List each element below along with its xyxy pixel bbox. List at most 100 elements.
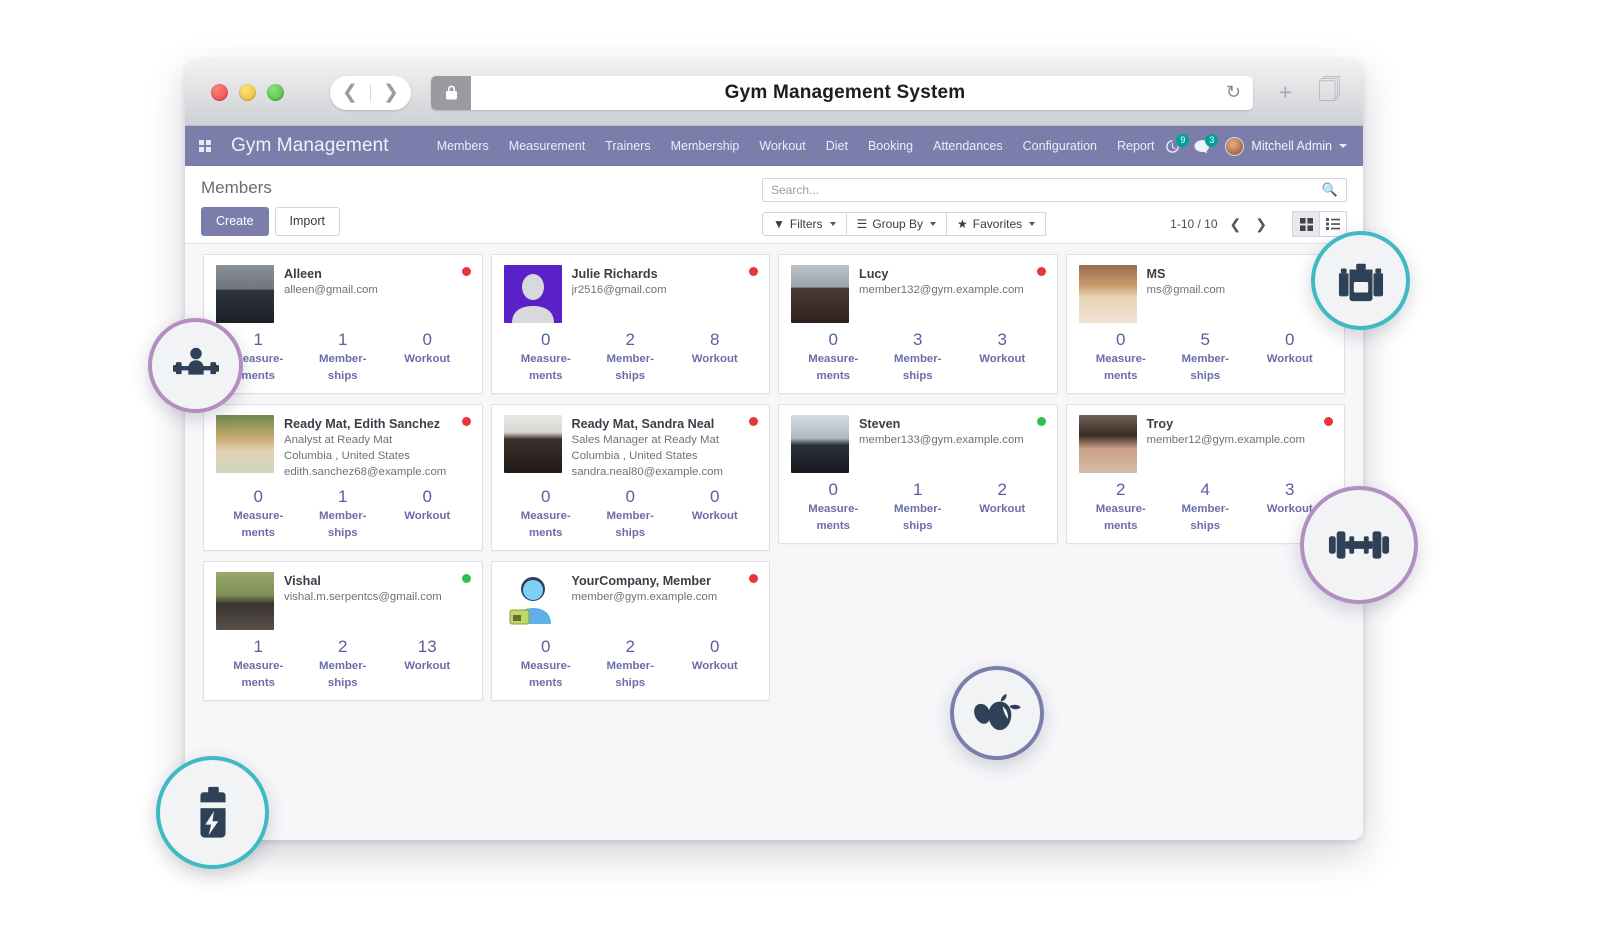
stat-measurements[interactable]: 0Measure-ments (504, 486, 589, 542)
member-card[interactable]: Ready Mat, Sandra NealSales Manager at R… (491, 404, 771, 551)
search-icon[interactable]: 🔍 (1322, 182, 1338, 198)
member-card[interactable]: MSms@gmail.com0Measure-ments5Member-ship… (1066, 254, 1346, 394)
browser-nav-buttons: ❮ ❯ (330, 76, 411, 110)
app-content: Members Create Import 🔍 ▼ Filter (185, 166, 1363, 840)
weightlifter-icon (148, 318, 243, 413)
pager-next-icon[interactable]: ❯ (1253, 216, 1269, 233)
window-controls[interactable] (211, 84, 284, 101)
menu-item-report[interactable]: Report (1107, 134, 1165, 158)
minimize-window-button[interactable] (239, 84, 256, 101)
user-menu[interactable]: Mitchell Admin (1225, 137, 1347, 156)
stat-memberships[interactable]: 2Member-ships (301, 636, 386, 692)
stat-memberships[interactable]: 5Member-ships (1163, 329, 1248, 385)
menu-item-booking[interactable]: Booking (858, 134, 923, 158)
stat-measurements[interactable]: 0Measure-ments (504, 636, 589, 692)
browser-chrome: ❮ ❯ Gym Management System ↻ + 🗍 (185, 60, 1363, 126)
stat-memberships[interactable]: 2Member-ships (588, 636, 673, 692)
avatar (1079, 265, 1137, 323)
member-card[interactable]: Ready Mat, Edith SanchezAnalyst at Ready… (203, 404, 483, 551)
address-bar[interactable]: Gym Management System ↻ (431, 76, 1253, 110)
stat-workout[interactable]: 13Workout (385, 636, 470, 692)
status-badge (749, 267, 758, 276)
member-card[interactable]: Stevenmember133@gym.example.com0Measure-… (778, 404, 1058, 544)
member-card[interactable]: Julie Richardsjr2516@gmail.com0Measure-m… (491, 254, 771, 394)
pager-previous-icon[interactable]: ❮ (1228, 216, 1244, 233)
activity-clock-icon[interactable]: 9 (1165, 139, 1180, 154)
member-card[interactable]: Lucymember132@gym.example.com0Measure-me… (778, 254, 1058, 394)
member-name: YourCompany, Member (572, 573, 758, 589)
menu-item-members[interactable]: Members (427, 134, 499, 158)
stat-workout[interactable]: 0Workout (673, 636, 758, 692)
avatar (791, 265, 849, 323)
member-detail-line: member133@gym.example.com (859, 432, 1045, 448)
stat-workout[interactable]: 0Workout (385, 486, 470, 542)
workout-count: 3 (960, 329, 1045, 351)
stat-measurements[interactable]: 1Measure-ments (216, 636, 301, 692)
avatar (504, 572, 562, 630)
member-detail-line: member@gym.example.com (572, 589, 758, 605)
menu-item-configuration[interactable]: Configuration (1013, 134, 1107, 158)
plus-icon[interactable]: + (1279, 79, 1292, 106)
search-input[interactable] (771, 183, 1322, 197)
filters-button[interactable]: ▼ Filters (762, 212, 847, 236)
search-box[interactable]: 🔍 (762, 178, 1347, 202)
back-icon[interactable]: ❮ (330, 76, 370, 110)
reload-icon[interactable]: ↻ (1226, 82, 1241, 103)
favorites-button[interactable]: ★ Favorites (946, 212, 1046, 236)
kanban-view-icon[interactable] (1292, 211, 1320, 237)
member-card[interactable]: Vishalvishal.m.serpentcs@gmail.com1Measu… (203, 561, 483, 701)
stat-measurements[interactable]: 0Measure-ments (216, 486, 301, 542)
stat-memberships[interactable]: 1Member-ships (876, 479, 961, 535)
menu-item-membership[interactable]: Membership (661, 134, 750, 158)
member-card[interactable]: Alleenalleen@gmail.com1Measure-ments1Mem… (203, 254, 483, 394)
stat-workout[interactable]: 0Workout (673, 486, 758, 542)
stat-memberships[interactable]: 1Member-ships (301, 329, 386, 385)
stat-workout[interactable]: 2Workout (960, 479, 1045, 535)
filter-button-group: ▼ Filters ☰ Group By ★ Fav (762, 212, 1045, 236)
maximize-window-button[interactable] (267, 84, 284, 101)
kanban-column: YourCompany, Membermember@gym.example.co… (487, 561, 775, 711)
workout-count: 0 (385, 329, 470, 351)
create-button[interactable]: Create (201, 207, 269, 236)
stat-workout[interactable]: 0Workout (1248, 329, 1333, 385)
stat-workout[interactable]: 0Workout (385, 329, 470, 385)
close-window-button[interactable] (211, 84, 228, 101)
menu-item-trainers[interactable]: Trainers (595, 134, 660, 158)
stat-memberships[interactable]: 4Member-ships (1163, 479, 1248, 535)
member-card[interactable]: YourCompany, Membermember@gym.example.co… (491, 561, 771, 701)
menu-item-attendances[interactable]: Attendances (923, 134, 1013, 158)
stat-workout[interactable]: 8Workout (673, 329, 758, 385)
status-badge (1037, 267, 1046, 276)
stat-measurements[interactable]: 2Measure-ments (1079, 479, 1164, 535)
stat-memberships[interactable]: 0Member-ships (588, 486, 673, 542)
stat-memberships[interactable]: 1Member-ships (301, 486, 386, 542)
apps-grid-icon[interactable] (199, 140, 211, 152)
stat-measurements[interactable]: 0Measure-ments (791, 329, 876, 385)
messages-icon[interactable]: 3 (1194, 139, 1211, 154)
browser-right-controls: + 🗍 (1279, 73, 1341, 112)
stat-workout[interactable]: 3Workout (960, 329, 1045, 385)
control-panel: Members Create Import 🔍 ▼ Filter (185, 166, 1363, 244)
chevron-down-icon (930, 222, 936, 226)
member-detail-line: Columbia , United States (572, 448, 758, 464)
workout-count: 13 (385, 636, 470, 658)
status-badge (462, 574, 471, 583)
groupby-button[interactable]: ☰ Group By (846, 212, 947, 236)
menu-item-measurement[interactable]: Measurement (499, 134, 595, 158)
workout-label: Workout (385, 658, 470, 675)
member-name: MS (1147, 266, 1333, 282)
stat-measurements[interactable]: 0Measure-ments (504, 329, 589, 385)
stat-memberships[interactable]: 2Member-ships (588, 329, 673, 385)
measurements-count: 0 (216, 486, 301, 508)
member-name: Ready Mat, Sandra Neal (572, 416, 758, 432)
menu-item-diet[interactable]: Diet (816, 134, 858, 158)
workout-label: Workout (673, 508, 758, 525)
stat-measurements[interactable]: 0Measure-ments (1079, 329, 1164, 385)
brand-title[interactable]: Gym Management (231, 135, 389, 157)
stat-memberships[interactable]: 3Member-ships (876, 329, 961, 385)
forward-icon[interactable]: ❯ (371, 76, 411, 110)
copy-tabs-icon[interactable]: 🗍 (1318, 73, 1341, 112)
menu-item-workout[interactable]: Workout (749, 134, 815, 158)
stat-measurements[interactable]: 0Measure-ments (791, 479, 876, 535)
import-button[interactable]: Import (275, 207, 340, 236)
